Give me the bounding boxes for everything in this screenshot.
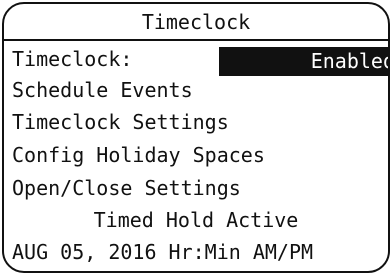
screen-title: Timeclock	[4, 4, 388, 41]
menu-item-timeclock-status[interactable]: Timeclock: Enabled	[12, 44, 388, 76]
menu-item-timeclock-settings[interactable]: Timeclock Settings	[12, 107, 384, 137]
timeclock-status-label: Timeclock:	[12, 47, 133, 71]
lcd-screen: Timeclock Timeclock: Enabled Schedule Ev…	[2, 2, 390, 273]
timed-hold-status: Timed Hold Active	[93, 208, 299, 232]
menu-item-config-holiday-spaces[interactable]: Config Holiday Spaces	[12, 140, 384, 170]
menu-item-open-close-settings[interactable]: Open/Close Settings	[12, 173, 384, 203]
date-time-readout: AUG 05, 2016 Hr:Min AM/PM	[12, 240, 314, 264]
menu-item-schedule-events[interactable]: Schedule Events	[12, 75, 384, 105]
timeclock-status-value[interactable]: Enabled	[219, 47, 388, 76]
